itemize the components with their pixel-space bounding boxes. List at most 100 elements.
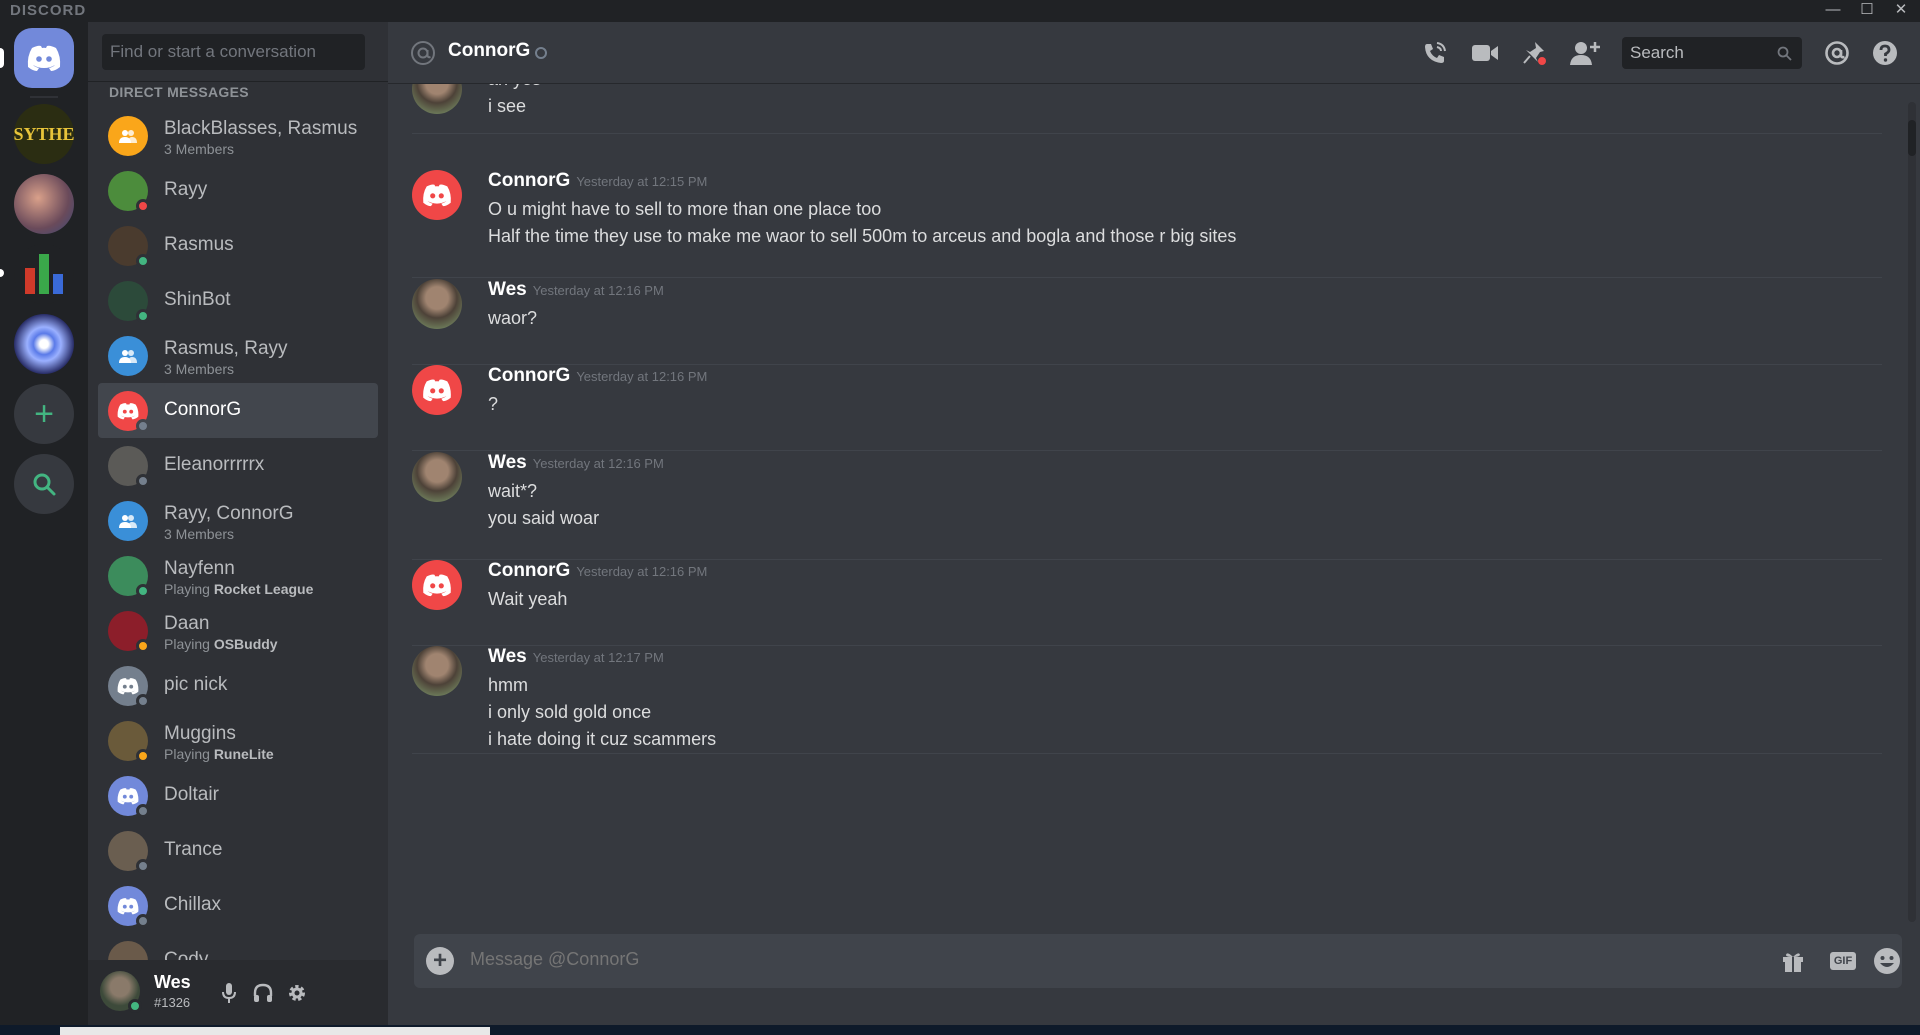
author-name[interactable]: Wes [488,646,527,667]
search-icon [33,473,56,496]
find-conversation-input[interactable]: Find or start a conversation [102,34,365,70]
discord-default-avatar-icon [423,574,451,597]
send-gift-button[interactable] [1778,946,1808,976]
gift-icon [1783,953,1803,972]
selected-indicator [0,48,4,68]
server-sythe[interactable]: SYTHE [13,104,75,164]
pinned-messages-button[interactable] [1520,38,1550,68]
message-timestamp: Yesterday at 12:16 PM [532,283,664,298]
message-text: i hate doing it cuz scammers [488,729,717,749]
video-camera-icon [1472,45,1498,61]
at-icon [411,41,435,65]
server-compass[interactable] [14,314,74,374]
taskbar-item [60,1027,490,1035]
gif-icon: GIF [1829,952,1857,970]
dm-item-connorg[interactable]: ConnorG [98,383,378,438]
author-name[interactable]: Wes [488,452,527,473]
activity-prefix: Playing [164,636,214,652]
message-text: ? [488,394,499,414]
dm-item-chillax[interactable]: Chillax [98,878,378,933]
dm-item-pic-nick[interactable]: pic nick [98,658,378,713]
maximize-button[interactable]: ☐ [1850,0,1884,22]
emoji-picker-button[interactable] [1872,946,1902,976]
dm-name: Eleanorrrrrx [164,454,265,475]
connorg-avatar[interactable] [412,170,462,220]
message-input[interactable] [470,949,1670,970]
wes-avatar[interactable] [412,452,462,502]
connorg-avatar[interactable] [412,365,462,415]
wes-avatar[interactable] [412,646,462,696]
status-indicator [136,199,150,213]
deafen-button[interactable] [248,978,278,1008]
message-author[interactable]: Wes Yesterday at 12:17 PM [488,646,664,668]
dm-section-header: DIRECT MESSAGES [109,84,249,100]
activity-prefix: Playing [164,581,214,597]
taskbar-sliver [0,1025,1920,1035]
help-button[interactable] [1870,38,1900,68]
dm-item-nayfenn[interactable]: Nayfenn Playing Rocket League [98,548,378,603]
gif-picker-button[interactable]: GIF [1828,946,1858,976]
chat-header: ConnorG Search [388,22,1920,84]
home-button[interactable] [14,28,74,88]
dm-item-muggins[interactable]: Muggins Playing RuneLite [98,713,378,768]
voice-call-button[interactable] [1420,38,1450,68]
add-server-button[interactable]: + [14,384,74,444]
header-search-input[interactable]: Search [1622,37,1802,69]
close-window-button[interactable]: ✕ [1884,0,1918,22]
wes-avatar[interactable] [412,84,462,114]
dm-name: pic nick [164,674,228,695]
dm-search-bar: Find or start a conversation [88,22,388,82]
user-name: Wes [154,972,191,992]
scrollbar-thumb[interactable] [1908,120,1916,156]
video-call-button[interactable] [1470,38,1500,68]
discord-default-avatar-icon [117,788,139,805]
dm-item-daan[interactable]: Daan Playing OSBuddy [98,603,378,658]
dm-list: BlackBlasses, Rasmus 3 Members Rayy Rasmus S… [98,108,378,978]
activity-game: Rocket League [213,581,314,597]
mentions-button[interactable] [1822,38,1852,68]
message-text: hmm [488,675,528,695]
message-author[interactable]: Wes Yesterday at 12:16 PM [488,279,664,301]
dm-item-rayy-connorg[interactable]: Rayy, ConnorG 3 Members [98,493,378,548]
message-author[interactable]: Wes Yesterday at 12:16 PM [488,452,664,474]
bar-blue [53,274,63,294]
message-group: ConnorG Yesterday at 12:15 PM O u might ha… [412,170,1882,278]
headphones-icon [253,983,273,1002]
wes-avatar[interactable] [412,279,462,329]
scrollbar-track[interactable] [1908,102,1916,922]
minimize-button[interactable]: — [1816,0,1850,22]
add-friends-to-dm-button[interactable] [1570,38,1600,68]
dm-item-doltair[interactable]: Doltair [98,768,378,823]
dm-item-rayy[interactable]: Rayy [98,163,378,218]
activity-game: RuneLite [213,746,274,762]
server-discovery-button[interactable] [14,454,74,514]
message-timestamp: Yesterday at 12:16 PM [576,564,708,579]
author-name[interactable]: Wes [488,279,527,300]
discord-default-avatar-icon [117,403,139,420]
message-author[interactable]: ConnorG Yesterday at 12:16 PM [488,560,707,582]
connorg-avatar[interactable] [412,560,462,610]
user-settings-button[interactable] [282,978,312,1008]
group-icon [119,350,137,363]
dm-item-shinbot[interactable]: ShinBot [98,273,378,328]
message-author[interactable]: ConnorG Yesterday at 12:16 PM [488,365,707,387]
message-content: ? [488,391,498,418]
user-panel: Wes #1326 [88,960,388,1025]
activity-prefix: Playing [164,746,214,762]
upload-button[interactable]: + [426,947,454,975]
server-avatar-2[interactable] [14,174,74,234]
dm-item-rasmus[interactable]: Rasmus [98,218,378,273]
message-author[interactable]: ConnorG Yesterday at 12:15 PM [488,170,707,192]
author-name[interactable]: ConnorG [488,560,570,581]
dm-item-blackblasses-rasmus[interactable]: BlackBlasses, Rasmus 3 Members [98,108,378,163]
author-name[interactable]: ConnorG [488,365,570,386]
dm-item-trance[interactable]: Trance [98,823,378,878]
mute-button[interactable] [214,978,244,1008]
discord-app: DISCORD — ☐ ✕ SYTHE + Find or start a co… [0,0,1920,1035]
dm-item-rasmus-rayy[interactable]: Rasmus, Rayy 3 Members [98,328,378,383]
dm-item-eleanorrrrrx[interactable]: Eleanorrrrrx [98,438,378,493]
author-name[interactable]: ConnorG [488,170,570,191]
dm-member-count: 3 Members [164,141,235,157]
message-content: ah yes i see [488,84,541,120]
server-chart[interactable] [14,244,74,304]
